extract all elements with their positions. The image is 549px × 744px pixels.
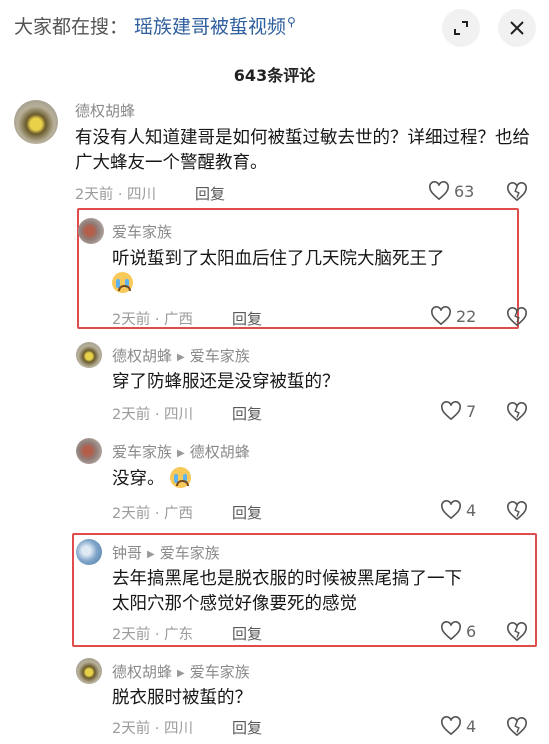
like-button[interactable]: 63 bbox=[428, 181, 474, 201]
reply-to-name: 爱车家族 bbox=[189, 663, 250, 681]
dislike-button[interactable] bbox=[506, 501, 528, 525]
like-count: 7 bbox=[466, 401, 477, 421]
broken-heart-icon bbox=[507, 501, 527, 521]
comment-time-location: 2天前 · 广西 bbox=[112, 312, 194, 328]
broken-heart-icon bbox=[507, 402, 527, 422]
triangle-right-icon: ▶ bbox=[177, 668, 185, 679]
avatar[interactable] bbox=[76, 438, 102, 464]
broken-heart-icon bbox=[507, 307, 527, 327]
comment-text: 没穿。 bbox=[112, 467, 532, 492]
collapse-button[interactable] bbox=[442, 9, 480, 47]
comment-text: 穿了防蜂服还是没穿被蜇的？ bbox=[112, 372, 340, 392]
avatar[interactable] bbox=[76, 658, 102, 684]
comment-time-location: 2天前 · 广东 bbox=[112, 627, 194, 643]
heart-outline-icon bbox=[431, 306, 451, 326]
search-prefix: 大家都在搜： bbox=[14, 16, 129, 38]
search-bar[interactable]: 大家都在搜： 瑶族建哥被蜇视频⚲ bbox=[0, 0, 549, 52]
search-icon: ⚲ bbox=[287, 14, 296, 29]
like-button[interactable]: 7 bbox=[440, 401, 476, 421]
like-count: 63 bbox=[454, 181, 475, 201]
close-button[interactable] bbox=[498, 9, 536, 47]
avatar[interactable] bbox=[78, 218, 104, 244]
reply-button[interactable]: 回复 bbox=[232, 502, 262, 523]
heart-outline-icon bbox=[441, 716, 461, 736]
reply-button[interactable]: 回复 bbox=[232, 623, 262, 644]
reply-button[interactable]: 回复 bbox=[232, 717, 262, 738]
comment-author[interactable]: 爱车家族 ▶ 德权胡蜂 bbox=[112, 441, 250, 462]
reply-button[interactable]: 回复 bbox=[232, 403, 262, 424]
like-button[interactable]: 6 bbox=[440, 621, 476, 641]
comment-author[interactable]: 钟哥 ▶ 爱车家族 bbox=[112, 542, 220, 563]
triangle-right-icon: ▶ bbox=[147, 549, 155, 560]
triangle-right-icon: ▶ bbox=[177, 352, 185, 363]
like-count: 22 bbox=[456, 306, 477, 326]
comment-text: 有没有人知道建哥是如何被蜇过敏去世的？详细过程？也给广大蜂友一个警醒教育。 bbox=[75, 128, 530, 173]
avatar[interactable] bbox=[14, 100, 58, 144]
comment-time-location: 2天前 · 四川 bbox=[112, 721, 194, 737]
close-icon bbox=[510, 21, 524, 35]
like-button[interactable]: 4 bbox=[440, 716, 476, 736]
crying-face-emoji bbox=[170, 467, 192, 488]
dislike-button[interactable] bbox=[506, 622, 528, 646]
like-count: 4 bbox=[466, 500, 477, 520]
reply-button[interactable]: 回复 bbox=[195, 183, 225, 204]
comment-count-title: 643条评论 bbox=[233, 66, 316, 85]
heart-outline-icon bbox=[441, 621, 461, 641]
comment-time-location: 2天前 · 广西 bbox=[112, 506, 194, 522]
comment-author[interactable]: 德权胡蜂 bbox=[75, 100, 135, 121]
like-button[interactable]: 4 bbox=[440, 500, 476, 520]
crying-face-emoji bbox=[112, 272, 133, 293]
comment-author[interactable]: 德权胡蜂 ▶ 爱车家族 bbox=[112, 345, 250, 366]
comment-text: 去年搞黑尾也是脱衣服的时候被黑尾搞了一下 太阳穴那个感觉好像要死的感觉 bbox=[112, 569, 462, 614]
search-term-link[interactable]: 瑶族建哥被蜇视频⚲ bbox=[134, 12, 296, 39]
collapse-icon bbox=[454, 21, 468, 35]
dislike-button[interactable] bbox=[506, 182, 528, 206]
reply-to-name: 爱车家族 bbox=[159, 544, 220, 562]
comment-text: 听说蜇到了太阳血后住了几天院大脑死王了 bbox=[112, 247, 512, 297]
like-button[interactable]: 22 bbox=[430, 306, 476, 326]
broken-heart-icon bbox=[507, 622, 527, 642]
comment-text: 脱衣服时被蜇的？ bbox=[112, 688, 252, 708]
dislike-button[interactable] bbox=[506, 402, 528, 426]
comment-time-location: 2天前 · 四川 bbox=[112, 407, 194, 423]
like-count: 4 bbox=[466, 716, 477, 736]
comment-author[interactable]: 爱车家族 bbox=[112, 221, 172, 242]
heart-outline-icon bbox=[441, 500, 461, 520]
broken-heart-icon bbox=[507, 717, 527, 737]
heart-outline-icon bbox=[441, 401, 461, 421]
triangle-right-icon: ▶ bbox=[177, 448, 185, 459]
dislike-button[interactable] bbox=[506, 717, 528, 741]
reply-to-name: 德权胡蜂 bbox=[189, 443, 250, 461]
comment-author[interactable]: 德权胡蜂 ▶ 爱车家族 bbox=[112, 661, 250, 682]
avatar[interactable] bbox=[76, 539, 102, 565]
reply-to-name: 爱车家族 bbox=[189, 347, 250, 365]
dislike-button[interactable] bbox=[506, 307, 528, 331]
like-count: 6 bbox=[466, 621, 477, 641]
comment-time-location: 2天前 · 四川 bbox=[75, 187, 157, 203]
broken-heart-icon bbox=[507, 182, 527, 202]
heart-outline-icon bbox=[429, 181, 449, 201]
avatar[interactable] bbox=[76, 342, 102, 368]
reply-button[interactable]: 回复 bbox=[232, 308, 262, 329]
